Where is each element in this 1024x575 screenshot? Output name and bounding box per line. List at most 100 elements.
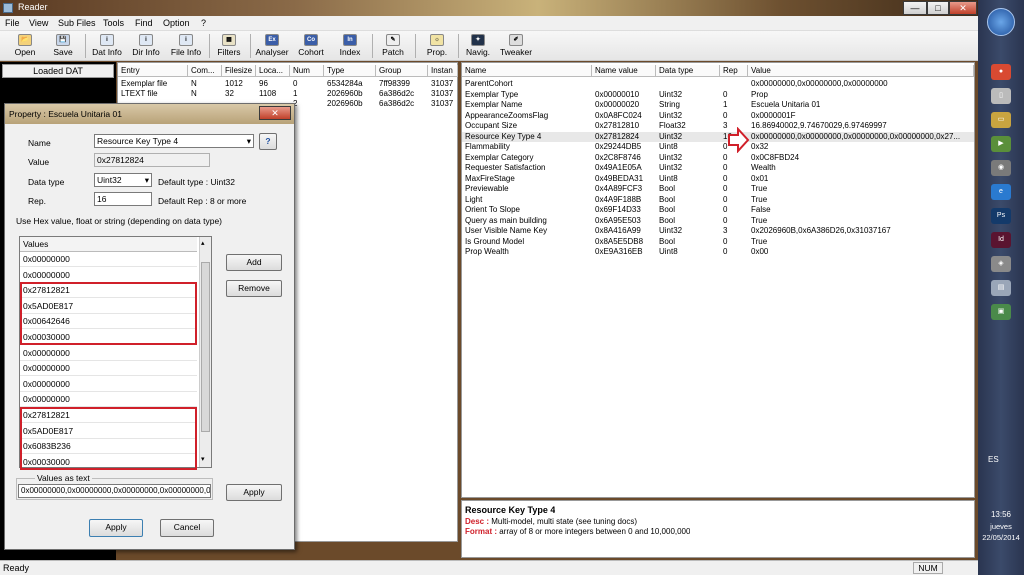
- entry-cell[interactable]: N: [191, 79, 221, 89]
- property-cell[interactable]: ParentCohort: [465, 79, 591, 89]
- property-cell[interactable]: 0x2026960B,0x6A386D26,0x31037167: [751, 226, 973, 236]
- property-cell[interactable]: AppearanceZoomsFlag: [465, 111, 591, 121]
- menu-find[interactable]: Find: [135, 18, 153, 28]
- app-icon[interactable]: ▣: [991, 304, 1011, 320]
- start-button[interactable]: [987, 8, 1015, 36]
- value-row[interactable]: 0x00000000: [20, 392, 197, 408]
- property-cell[interactable]: Orient To Slope: [465, 205, 591, 215]
- menu-sub-files[interactable]: Sub Files: [58, 18, 96, 28]
- entry-cell[interactable]: 96: [259, 79, 289, 89]
- property-cell[interactable]: 0x0C8FBD24: [751, 153, 973, 163]
- property-cell[interactable]: Bool: [659, 195, 721, 205]
- property-cell[interactable]: Previewable: [465, 184, 591, 194]
- menu-file[interactable]: File: [5, 18, 20, 28]
- property-cell[interactable]: 0x29244DB5: [595, 142, 657, 152]
- property-cell[interactable]: 0x0000001F: [751, 111, 973, 121]
- column-header[interactable]: Num: [290, 65, 324, 77]
- property-cell[interactable]: Uint8: [659, 142, 721, 152]
- name-select[interactable]: Resource Key Type 4 ▾: [94, 134, 254, 148]
- property-cell[interactable]: 0: [723, 205, 747, 215]
- ie-icon[interactable]: e: [991, 184, 1011, 200]
- entry-cell[interactable]: 31037: [431, 89, 459, 99]
- menu-view[interactable]: View: [29, 18, 48, 28]
- property-cell[interactable]: Prop: [751, 90, 973, 100]
- property-cell[interactable]: 0: [723, 216, 747, 226]
- property-cell[interactable]: Bool: [659, 216, 721, 226]
- property-cell[interactable]: Exemplar Category: [465, 153, 591, 163]
- entry-cell[interactable]: 32: [225, 89, 255, 99]
- property-cell[interactable]: Exemplar Name: [465, 100, 591, 110]
- index-button[interactable]: In Index: [334, 32, 366, 60]
- patch-button[interactable]: ✎ Patch: [376, 32, 410, 60]
- dat-info-button[interactable]: i Dat Info: [89, 32, 125, 60]
- property-cell[interactable]: 0x27812810: [595, 121, 657, 131]
- indesign-icon[interactable]: Id: [991, 232, 1011, 248]
- property-cell[interactable]: 0x4A9F188B: [595, 195, 657, 205]
- column-header[interactable]: Instan: [428, 65, 458, 77]
- open-button[interactable]: 📂 Open: [8, 32, 42, 60]
- property-cell[interactable]: Uint8: [659, 174, 721, 184]
- property-cell[interactable]: 3: [723, 226, 747, 236]
- photoshop-icon[interactable]: Ps: [991, 208, 1011, 224]
- property-cell[interactable]: 0xE9A316EB: [595, 247, 657, 257]
- property-cell[interactable]: Float32: [659, 121, 721, 131]
- column-header[interactable]: Loca...: [256, 65, 290, 77]
- property-cell[interactable]: Uint32: [659, 226, 721, 236]
- entry-cell[interactable]: N: [191, 89, 221, 99]
- reader-icon[interactable]: ▤: [991, 280, 1011, 296]
- document-icon[interactable]: ▯: [991, 88, 1011, 104]
- property-cell[interactable]: 0x49A1E05A: [595, 163, 657, 173]
- menu-help[interactable]: ?: [201, 18, 206, 28]
- property-cell[interactable]: 16.86940002,9.74670029,6.97469997: [751, 121, 973, 131]
- cancel-button[interactable]: Cancel: [160, 519, 214, 537]
- app-icon[interactable]: ◈: [991, 256, 1011, 272]
- property-cell[interactable]: 0x00000000,0x00000000,0x00000000,0x00000…: [751, 132, 973, 142]
- property-cell[interactable]: 0: [723, 174, 747, 184]
- value-row[interactable]: 0x00000000: [20, 346, 197, 361]
- menu-tools[interactable]: Tools: [103, 18, 124, 28]
- datatype-select[interactable]: Uint32 ▾: [94, 173, 152, 187]
- entry-cell[interactable]: 2: [293, 99, 323, 109]
- close-button[interactable]: ✕: [949, 1, 977, 15]
- apply-button[interactable]: Apply: [89, 519, 143, 537]
- rep-field[interactable]: 16: [94, 192, 152, 206]
- prop-button[interactable]: ☼ Prop.: [420, 32, 454, 60]
- save-button[interactable]: 💾 Save: [46, 32, 80, 60]
- analyser-button[interactable]: Ex Analyser: [254, 32, 290, 60]
- property-cell[interactable]: 0x0A8FC024: [595, 111, 657, 121]
- property-cell[interactable]: Light: [465, 195, 591, 205]
- property-cell[interactable]: Bool: [659, 237, 721, 247]
- column-header[interactable]: Entry: [118, 65, 188, 77]
- navig-button[interactable]: ✦ Navig.: [460, 32, 496, 60]
- entry-cell[interactable]: 6a386d2c: [379, 89, 427, 99]
- scroll-down-icon[interactable]: ▾: [201, 455, 205, 463]
- folder-icon[interactable]: ▭: [991, 112, 1011, 128]
- property-cell[interactable]: Uint8: [659, 247, 721, 257]
- property-cell[interactable]: Uint32: [659, 153, 721, 163]
- chrome-icon[interactable]: ●: [991, 64, 1011, 80]
- property-cell[interactable]: 0x00000010: [595, 90, 657, 100]
- property-cell[interactable]: Query as main building: [465, 216, 591, 226]
- property-cell[interactable]: Requester Satisfaction: [465, 163, 591, 173]
- entry-cell[interactable]: Exemplar file: [121, 79, 187, 89]
- property-cell[interactable]: 0: [723, 237, 747, 247]
- entry-cell[interactable]: 6a386d2c: [379, 99, 427, 109]
- language-indicator[interactable]: ES: [988, 455, 999, 464]
- property-cell[interactable]: 0x2C8F8746: [595, 153, 657, 163]
- scroll-up-icon[interactable]: ▴: [201, 239, 205, 247]
- property-cell[interactable]: 0: [723, 195, 747, 205]
- property-cell[interactable]: Uint32: [659, 132, 721, 142]
- dialog-close-button[interactable]: ✕: [259, 106, 291, 120]
- menu-option[interactable]: Option: [163, 18, 190, 28]
- property-cell[interactable]: 0x8A5E5DB8: [595, 237, 657, 247]
- property-cell[interactable]: 0x00: [751, 247, 973, 257]
- property-cell[interactable]: 1: [723, 100, 747, 110]
- column-header[interactable]: Rep: [720, 65, 748, 77]
- property-cell[interactable]: 0: [723, 90, 747, 100]
- maximize-button[interactable]: □: [927, 1, 949, 15]
- property-cell[interactable]: True: [751, 195, 973, 205]
- remove-button[interactable]: Remove: [226, 280, 282, 297]
- entry-cell[interactable]: 31037: [431, 79, 459, 89]
- property-cell[interactable]: Resource Key Type 4: [465, 132, 591, 142]
- values-as-text-field[interactable]: 0x00000000,0x00000000,0x00000000,0x00000…: [18, 484, 211, 498]
